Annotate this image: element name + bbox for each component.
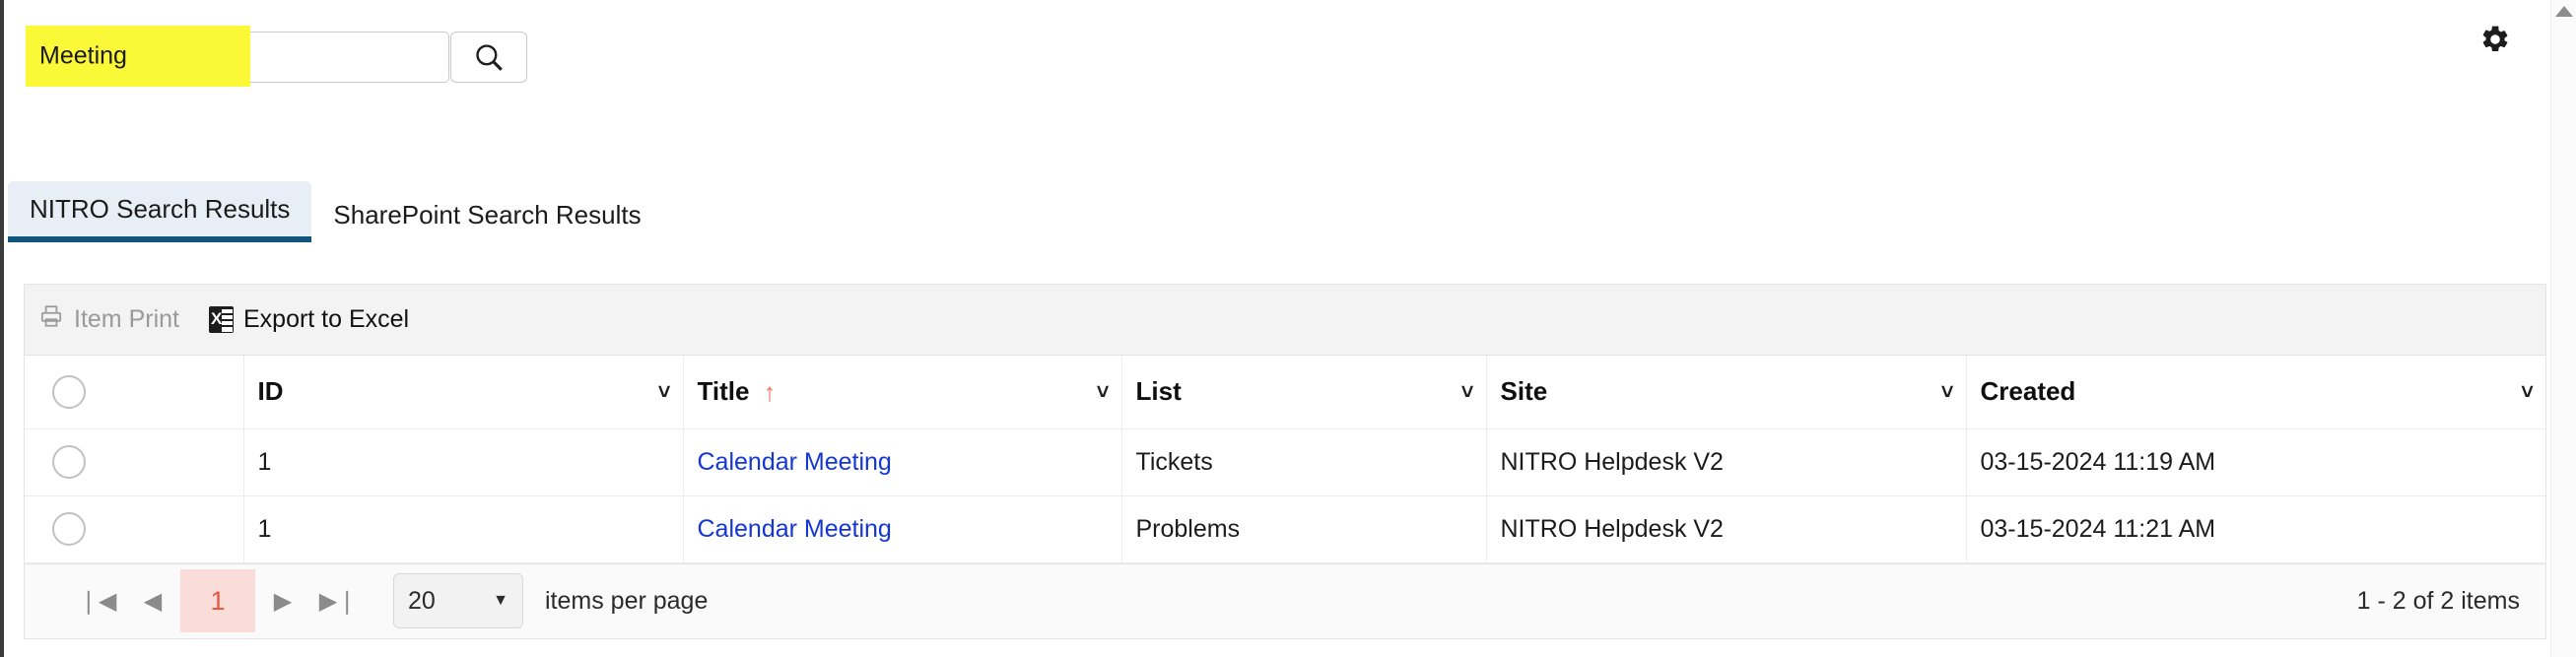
export-to-excel-button[interactable]: X Export to Excel bbox=[208, 305, 410, 334]
cell-list: Problems bbox=[1121, 495, 1487, 563]
search-input-wrap: Meeting bbox=[26, 26, 449, 87]
chevron-down-icon[interactable]: ˅ bbox=[2521, 380, 2534, 403]
item-print-button[interactable]: Item Print bbox=[38, 303, 179, 336]
last-page-icon[interactable]: ▶❘ bbox=[310, 573, 366, 628]
previous-page-icon[interactable]: ◀ bbox=[125, 573, 180, 628]
page-size-value: 20 bbox=[408, 586, 436, 615]
column-header-title[interactable]: Title ↑ ˅ bbox=[683, 356, 1122, 429]
item-title-link[interactable]: Calendar Meeting bbox=[698, 448, 892, 476]
cell-title: Calendar Meeting bbox=[683, 428, 1122, 496]
table-row: 1 Calendar Meeting Problems NITRO Helpde… bbox=[25, 495, 2545, 563]
cell-id: 1 bbox=[243, 428, 684, 496]
table-row: 1 Calendar Meeting Tickets NITRO Helpdes… bbox=[25, 428, 2545, 496]
column-header-created[interactable]: Created ˅ bbox=[1966, 356, 2545, 429]
row-checkbox[interactable] bbox=[52, 512, 86, 546]
chevron-down-icon[interactable]: ˅ bbox=[1461, 380, 1474, 403]
settings-button[interactable] bbox=[2475, 22, 2515, 61]
results-table: ID ˅ Title ↑ ˅ List ˅ Site ˅ Created ˅ 1… bbox=[25, 356, 2545, 563]
gear-icon bbox=[2479, 24, 2511, 60]
scroll-up-arrow-icon[interactable] bbox=[2555, 6, 2573, 17]
tab-label: NITRO Search Results bbox=[30, 194, 291, 225]
row-select-cell bbox=[25, 428, 244, 496]
next-page-icon[interactable]: ▶ bbox=[255, 573, 310, 628]
printer-icon bbox=[38, 303, 64, 336]
caret-down-icon: ▼ bbox=[493, 592, 508, 609]
tab-sharepoint-search-results[interactable]: SharePoint Search Results bbox=[311, 187, 662, 242]
search-icon bbox=[472, 40, 506, 74]
search-bar: Meeting bbox=[26, 26, 527, 87]
cell-site: NITRO Helpdesk V2 bbox=[1486, 495, 1967, 563]
chevron-down-icon[interactable]: ˅ bbox=[1097, 380, 1110, 403]
results-tabs: NITRO Search Results SharePoint Search R… bbox=[8, 175, 663, 242]
cell-created: 03-15-2024 11:19 AM bbox=[1966, 428, 2545, 496]
select-all-checkbox[interactable] bbox=[52, 374, 86, 409]
excel-icon: X bbox=[208, 306, 234, 333]
chevron-down-icon[interactable]: ˅ bbox=[1941, 380, 1954, 403]
cell-created: 03-15-2024 11:21 AM bbox=[1966, 495, 2545, 563]
grid-toolbar: Item Print X Export to Excel bbox=[25, 285, 2545, 356]
export-to-excel-label: Export to Excel bbox=[242, 305, 410, 333]
pagination-range-info: 1 - 2 of 2 items bbox=[2356, 586, 2520, 615]
cell-id: 1 bbox=[243, 495, 684, 563]
vertical-scrollbar[interactable] bbox=[2550, 0, 2576, 657]
column-header-label: ID bbox=[257, 376, 284, 407]
pagination-bar: ❘◀ ◀ 1 ▶ ▶❘ 20 ▼ items per page 1 - 2 of… bbox=[25, 562, 2545, 638]
column-header-label: Title bbox=[697, 376, 750, 407]
search-input[interactable] bbox=[26, 32, 449, 83]
tab-label: SharePoint Search Results bbox=[333, 200, 642, 230]
row-checkbox[interactable] bbox=[52, 445, 86, 479]
page-number-1[interactable]: 1 bbox=[180, 569, 255, 632]
item-title-link[interactable]: Calendar Meeting bbox=[698, 515, 892, 543]
row-select-cell bbox=[25, 495, 244, 563]
cell-title: Calendar Meeting bbox=[683, 495, 1122, 563]
item-print-label: Item Print bbox=[74, 305, 179, 333]
tab-nitro-search-results[interactable]: NITRO Search Results bbox=[8, 181, 312, 242]
chevron-down-icon[interactable]: ˅ bbox=[658, 380, 671, 403]
column-header-label: Created bbox=[1980, 376, 2076, 407]
table-header-row: ID ˅ Title ↑ ˅ List ˅ Site ˅ Created ˅ bbox=[25, 356, 2545, 429]
cell-site: NITRO Helpdesk V2 bbox=[1486, 428, 1967, 496]
column-header-id[interactable]: ID ˅ bbox=[243, 356, 684, 429]
sort-ascending-icon: ↑ bbox=[763, 376, 777, 407]
search-button[interactable] bbox=[450, 32, 527, 83]
results-grid: Item Print X Export to Excel ID ˅ Title … bbox=[24, 284, 2546, 639]
items-per-page-label: items per page bbox=[545, 586, 709, 615]
select-all-header bbox=[25, 356, 244, 429]
cell-list: Tickets bbox=[1121, 428, 1487, 496]
page-size-select[interactable]: 20 ▼ bbox=[393, 573, 523, 628]
column-header-list[interactable]: List ˅ bbox=[1121, 356, 1487, 429]
column-header-label: Site bbox=[1500, 376, 1548, 407]
column-header-site[interactable]: Site ˅ bbox=[1486, 356, 1967, 429]
column-header-label: List bbox=[1135, 376, 1182, 407]
first-page-icon[interactable]: ❘◀ bbox=[70, 573, 125, 628]
